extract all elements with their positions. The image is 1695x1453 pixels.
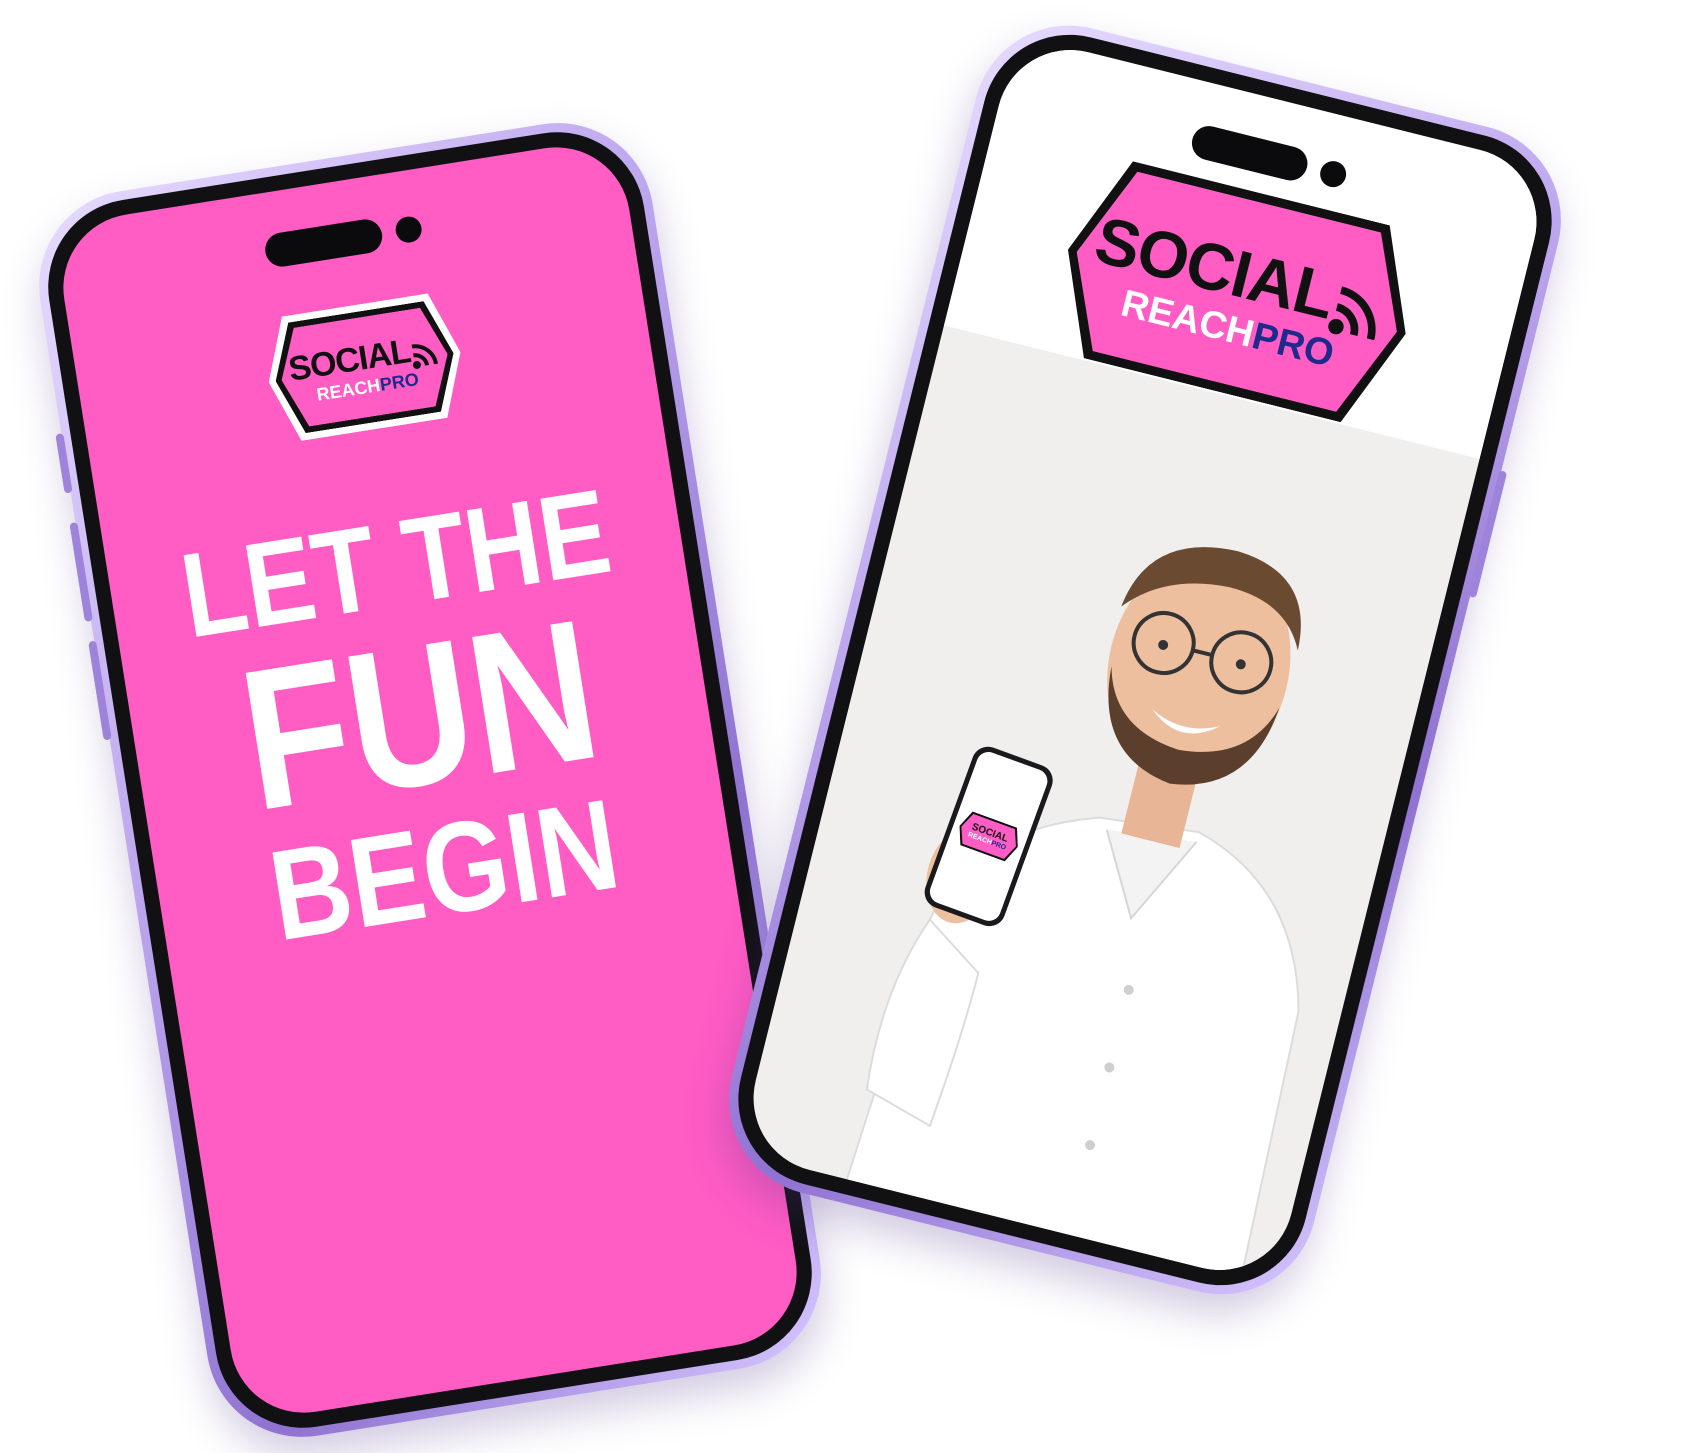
brand-logo: SOCIAL REACHPRO [259, 290, 470, 445]
left-phone-mockup: SOCIAL REACHPRO LET THE FUN BEGIN [25, 109, 835, 1451]
action-button [55, 433, 73, 494]
right-phone-mockup: SOCIAL REACHPRO SOCIAL REACHPRO [708, 5, 1582, 1315]
wifi-signal-icon [409, 338, 441, 370]
phone-bezel: SOCIAL REACHPRO [35, 119, 825, 1441]
headline: LET THE FUN BEGIN [104, 463, 736, 977]
front-camera-icon [393, 214, 424, 245]
mini-logo: SOCIAL REACHPRO [953, 809, 1024, 864]
dynamic-island [262, 216, 385, 270]
person-photo [834, 547, 1301, 1286]
phone-screen: SOCIAL REACHPRO [52, 136, 808, 1424]
phone-screen: SOCIAL REACHPRO [737, 34, 1553, 1286]
phone-bezel: SOCIAL REACHPRO [719, 16, 1571, 1304]
